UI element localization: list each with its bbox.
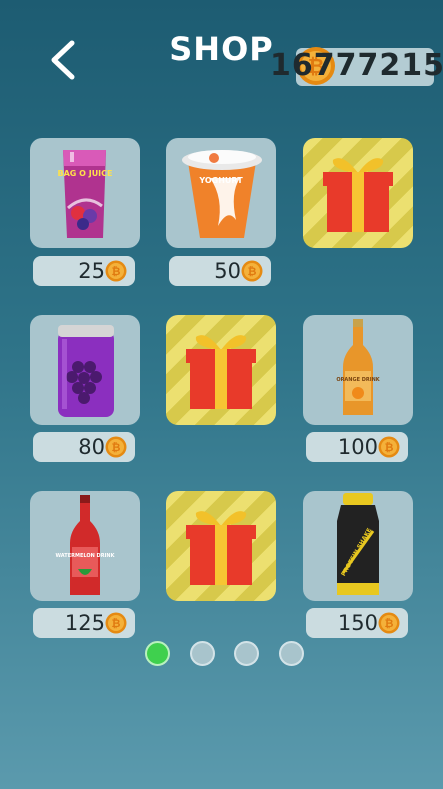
price-value: 125 — [64, 611, 105, 635]
protein-shake-icon — [337, 493, 379, 595]
price-tag: 80 ₿ — [33, 432, 135, 462]
price-tag: 150 ₿ — [306, 608, 408, 638]
watermelon-bottle-icon — [70, 495, 100, 595]
coin-balance: 16777215 — [270, 48, 443, 83]
page-dot-2[interactable] — [190, 641, 215, 666]
coin-icon: ₿ — [378, 436, 400, 458]
juice-bag-icon — [63, 150, 106, 238]
price-tag: 50 ₿ — [169, 256, 271, 286]
coin-icon: ₿ — [105, 612, 127, 634]
shop-item-orange-bottle[interactable]: ORANGE DRINK — [303, 315, 413, 425]
grape-can-icon — [58, 325, 114, 417]
shop-item-bag-o-juice[interactable]: BAG O JUICE — [30, 138, 140, 248]
shop-item-protein-shake[interactable]: PROTEIN SHAKE — [303, 491, 413, 601]
svg-text:₿: ₿ — [248, 265, 257, 278]
price-value: 150 — [337, 611, 378, 635]
price-value: 80 — [78, 435, 105, 459]
shop-item-yoghurt[interactable]: YOGHURT — [166, 138, 276, 248]
gift-box-icon — [186, 511, 256, 585]
page-dot-4[interactable] — [279, 641, 304, 666]
svg-text:₿: ₿ — [112, 617, 121, 630]
svg-text:₿: ₿ — [385, 441, 394, 454]
price-tag: 125 ₿ — [33, 608, 135, 638]
coin-icon: ₿ — [378, 612, 400, 634]
shop-item-mystery-gift[interactable] — [303, 138, 413, 248]
price-tag: 25 ₿ — [33, 256, 135, 286]
price-value: 100 — [337, 435, 378, 459]
yoghurt-cup-icon — [182, 150, 262, 238]
page-dot-3[interactable] — [234, 641, 259, 666]
gift-box-icon — [186, 335, 256, 409]
shop-item-watermelon-bottle[interactable]: WATERMELON DRINK — [30, 491, 140, 601]
price-tag: 100 ₿ — [306, 432, 408, 462]
svg-text:₿: ₿ — [112, 265, 121, 278]
orange-bottle-icon — [343, 319, 373, 415]
shop-item-grape-can[interactable] — [30, 315, 140, 425]
gift-box-icon — [323, 158, 393, 232]
price-value: 25 — [78, 259, 105, 283]
svg-text:₿: ₿ — [385, 617, 394, 630]
coin-icon: ₿ — [105, 260, 127, 282]
svg-text:₿: ₿ — [112, 441, 121, 454]
coin-icon: ₿ — [105, 436, 127, 458]
shop-item-mystery-gift[interactable] — [166, 315, 276, 425]
page-dot-1[interactable] — [145, 641, 170, 666]
price-value: 50 — [214, 259, 241, 283]
coin-icon: ₿ — [241, 260, 263, 282]
shop-item-mystery-gift[interactable] — [166, 491, 276, 601]
